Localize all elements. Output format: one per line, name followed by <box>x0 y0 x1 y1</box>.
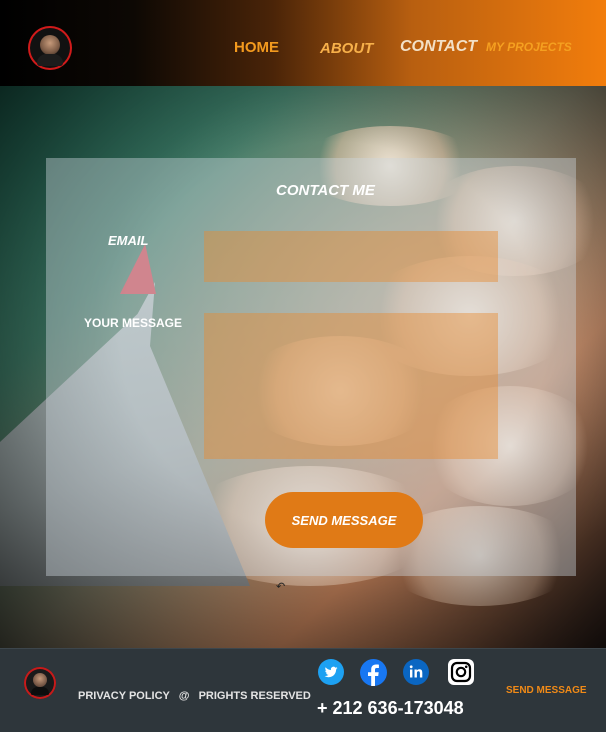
nav-contact-link[interactable]: CONTACT <box>400 38 477 56</box>
message-field[interactable] <box>204 313 498 459</box>
nav-home-link[interactable]: HOME <box>234 39 279 56</box>
rights-reserved-text: PRIGHTS RESERVED <box>198 690 311 702</box>
phone-number: + 212 636-173048 <box>317 698 464 718</box>
linkedin-icon[interactable] <box>403 659 429 685</box>
instagram-icon[interactable] <box>448 659 474 685</box>
message-label: YOUR MESSAGE <box>84 316 183 330</box>
mouse-cursor-icon: ↶ <box>276 581 286 593</box>
nav-about-link[interactable]: ABOUT <box>320 40 373 57</box>
footer-legal: PRIVACY POLICY @ PRIGHTS RESERVED <box>78 690 311 702</box>
footer-profile-logo[interactable] <box>24 667 56 699</box>
footer-send-message-link[interactable]: SEND MESSAGE <box>506 685 587 696</box>
email-label: EMAIL <box>108 233 149 248</box>
at-symbol: @ <box>178 690 190 702</box>
nav-projects-link[interactable]: MY PROJECTS <box>486 40 572 54</box>
profile-logo[interactable] <box>28 26 72 70</box>
privacy-policy-link[interactable]: PRIVACY POLICY <box>78 690 170 702</box>
send-message-button[interactable]: SEND MESSAGE <box>265 492 423 548</box>
contact-title: CONTACT ME <box>276 182 375 199</box>
email-field[interactable] <box>204 231 498 282</box>
site-header: HOME ABOUT CONTACT MY PROJECTS <box>0 0 606 86</box>
twitter-icon[interactable] <box>318 659 344 685</box>
facebook-icon[interactable] <box>360 659 387 686</box>
